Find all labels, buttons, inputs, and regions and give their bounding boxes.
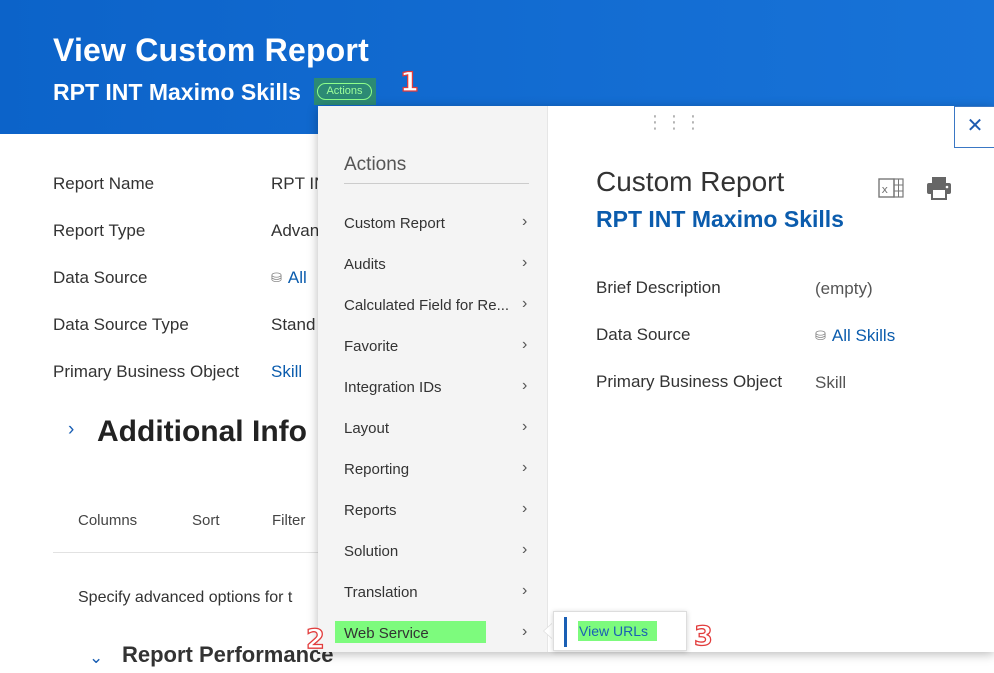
actions-menu: Actions Custom Report › Audits › Calcula… (318, 106, 548, 652)
detail-skill-link[interactable]: Skill (815, 373, 846, 393)
menu-item-reporting[interactable]: Reporting › (318, 449, 548, 490)
chevron-down-icon[interactable]: ⌄ (89, 648, 103, 668)
menu-item-solution[interactable]: Solution › (318, 531, 548, 572)
menu-item-web-service[interactable]: Web Service › (318, 613, 548, 654)
chevron-right-icon: › (522, 459, 528, 476)
menu-item-label: Custom Report (344, 215, 445, 232)
detail-data-source-label: Data Source (596, 325, 691, 344)
chevron-right-icon: › (522, 623, 528, 640)
menu-item-integration-ids[interactable]: Integration IDs › (318, 367, 548, 408)
menu-item-label: Solution (344, 543, 399, 560)
data-source-type-value: Stand (271, 315, 316, 334)
menu-item-label: Reporting (344, 461, 410, 478)
chevron-right-icon: › (522, 541, 528, 558)
callout-number-1: 1 (399, 66, 419, 98)
chevron-right-icon: › (522, 377, 528, 394)
data-source-link[interactable]: All (288, 268, 307, 287)
callout-number-2: 2 (305, 623, 325, 655)
advanced-options-text: Specify advanced options for t (78, 589, 293, 606)
menu-item-reports[interactable]: Reports › (318, 490, 548, 531)
drag-handle-icon[interactable]: ⋮⋮⋮ (646, 112, 702, 133)
actions-popup: Actions Custom Report › Audits › Calcula… (318, 106, 994, 652)
chevron-right-icon: › (522, 418, 528, 435)
brief-description-value: (empty) (815, 279, 873, 298)
svg-text:x: x (882, 183, 889, 196)
brief-description-label: Brief Description (596, 278, 721, 297)
menu-item-label: Translation (344, 584, 418, 601)
page-title: View Custom Report (53, 32, 369, 68)
callout-number-3: 3 (693, 620, 713, 652)
menu-item-favorite[interactable]: Favorite › (318, 326, 548, 367)
chevron-right-icon: › (522, 254, 528, 271)
menu-item-label: Layout (344, 420, 390, 437)
menu-item-label: Reports (344, 502, 397, 519)
report-name-label: Report Name (53, 174, 155, 193)
data-source-label: Data Source (53, 268, 148, 287)
additional-info-heading[interactable]: Additional Info (97, 415, 307, 449)
primary-business-object-link[interactable]: Skill (271, 362, 302, 382)
view-urls-menu-item[interactable]: View URLs (578, 621, 657, 641)
chevron-right-icon: › (522, 295, 528, 312)
chevron-right-icon: › (522, 582, 528, 599)
report-type-label: Report Type (53, 221, 146, 240)
tab-sort[interactable]: Sort (192, 512, 220, 529)
menu-item-label: Audits (344, 256, 386, 273)
tabs-divider (53, 552, 318, 553)
tab-filter[interactable]: Filter (272, 512, 305, 529)
menu-item-layout[interactable]: Layout › (318, 408, 548, 449)
web-service-submenu: View URLs (553, 611, 687, 651)
excel-export-icon[interactable]: x (878, 177, 904, 199)
chevron-right-icon[interactable]: › (68, 419, 74, 441)
menu-item-calculated-field[interactable]: Calculated Field for Re... › (318, 285, 548, 326)
database-icon: ⛁ (271, 270, 282, 285)
menu-title: Actions (344, 154, 407, 175)
print-icon[interactable] (926, 176, 952, 200)
detail-primary-business-object-label: Primary Business Object (596, 372, 783, 391)
data-source-type-label: Data Source Type (53, 315, 189, 334)
database-icon: ⛁ (815, 328, 826, 343)
report-performance-heading[interactable]: Report Performance (122, 642, 334, 668)
report-type-value: Advan (271, 221, 320, 240)
submenu-selection-bar (564, 617, 567, 647)
data-source-value[interactable]: ⛁ All (271, 268, 307, 288)
detail-subtitle[interactable]: RPT INT Maximo Skills (596, 206, 844, 233)
tab-columns[interactable]: Columns (78, 512, 137, 529)
menu-item-custom-report[interactable]: Custom Report › (318, 203, 548, 244)
close-icon[interactable]: ✕ (954, 106, 994, 148)
menu-item-label: Calculated Field for Re... (344, 297, 510, 314)
report-subtitle[interactable]: RPT INT Maximo Skills (53, 79, 301, 106)
chevron-right-icon: › (522, 500, 528, 517)
menu-item-audits[interactable]: Audits › (318, 244, 548, 285)
menu-item-label: Favorite (344, 338, 399, 355)
detail-title: Custom Report (596, 166, 785, 197)
menu-item-translation[interactable]: Translation › (318, 572, 548, 613)
menu-item-label: Web Service (344, 625, 429, 642)
submenu-pointer (544, 623, 553, 639)
chevron-right-icon: › (522, 336, 528, 353)
primary-business-object-label: Primary Business Object (53, 362, 240, 381)
detail-data-source-value[interactable]: ⛁ All Skills (815, 326, 895, 346)
actions-button-highlight: Actions (314, 78, 376, 105)
menu-item-label: Integration IDs (344, 379, 442, 396)
chevron-right-icon: › (522, 213, 528, 230)
menu-title-divider (344, 183, 529, 184)
actions-button[interactable]: Actions (317, 83, 372, 100)
all-skills-link[interactable]: All Skills (832, 326, 895, 345)
